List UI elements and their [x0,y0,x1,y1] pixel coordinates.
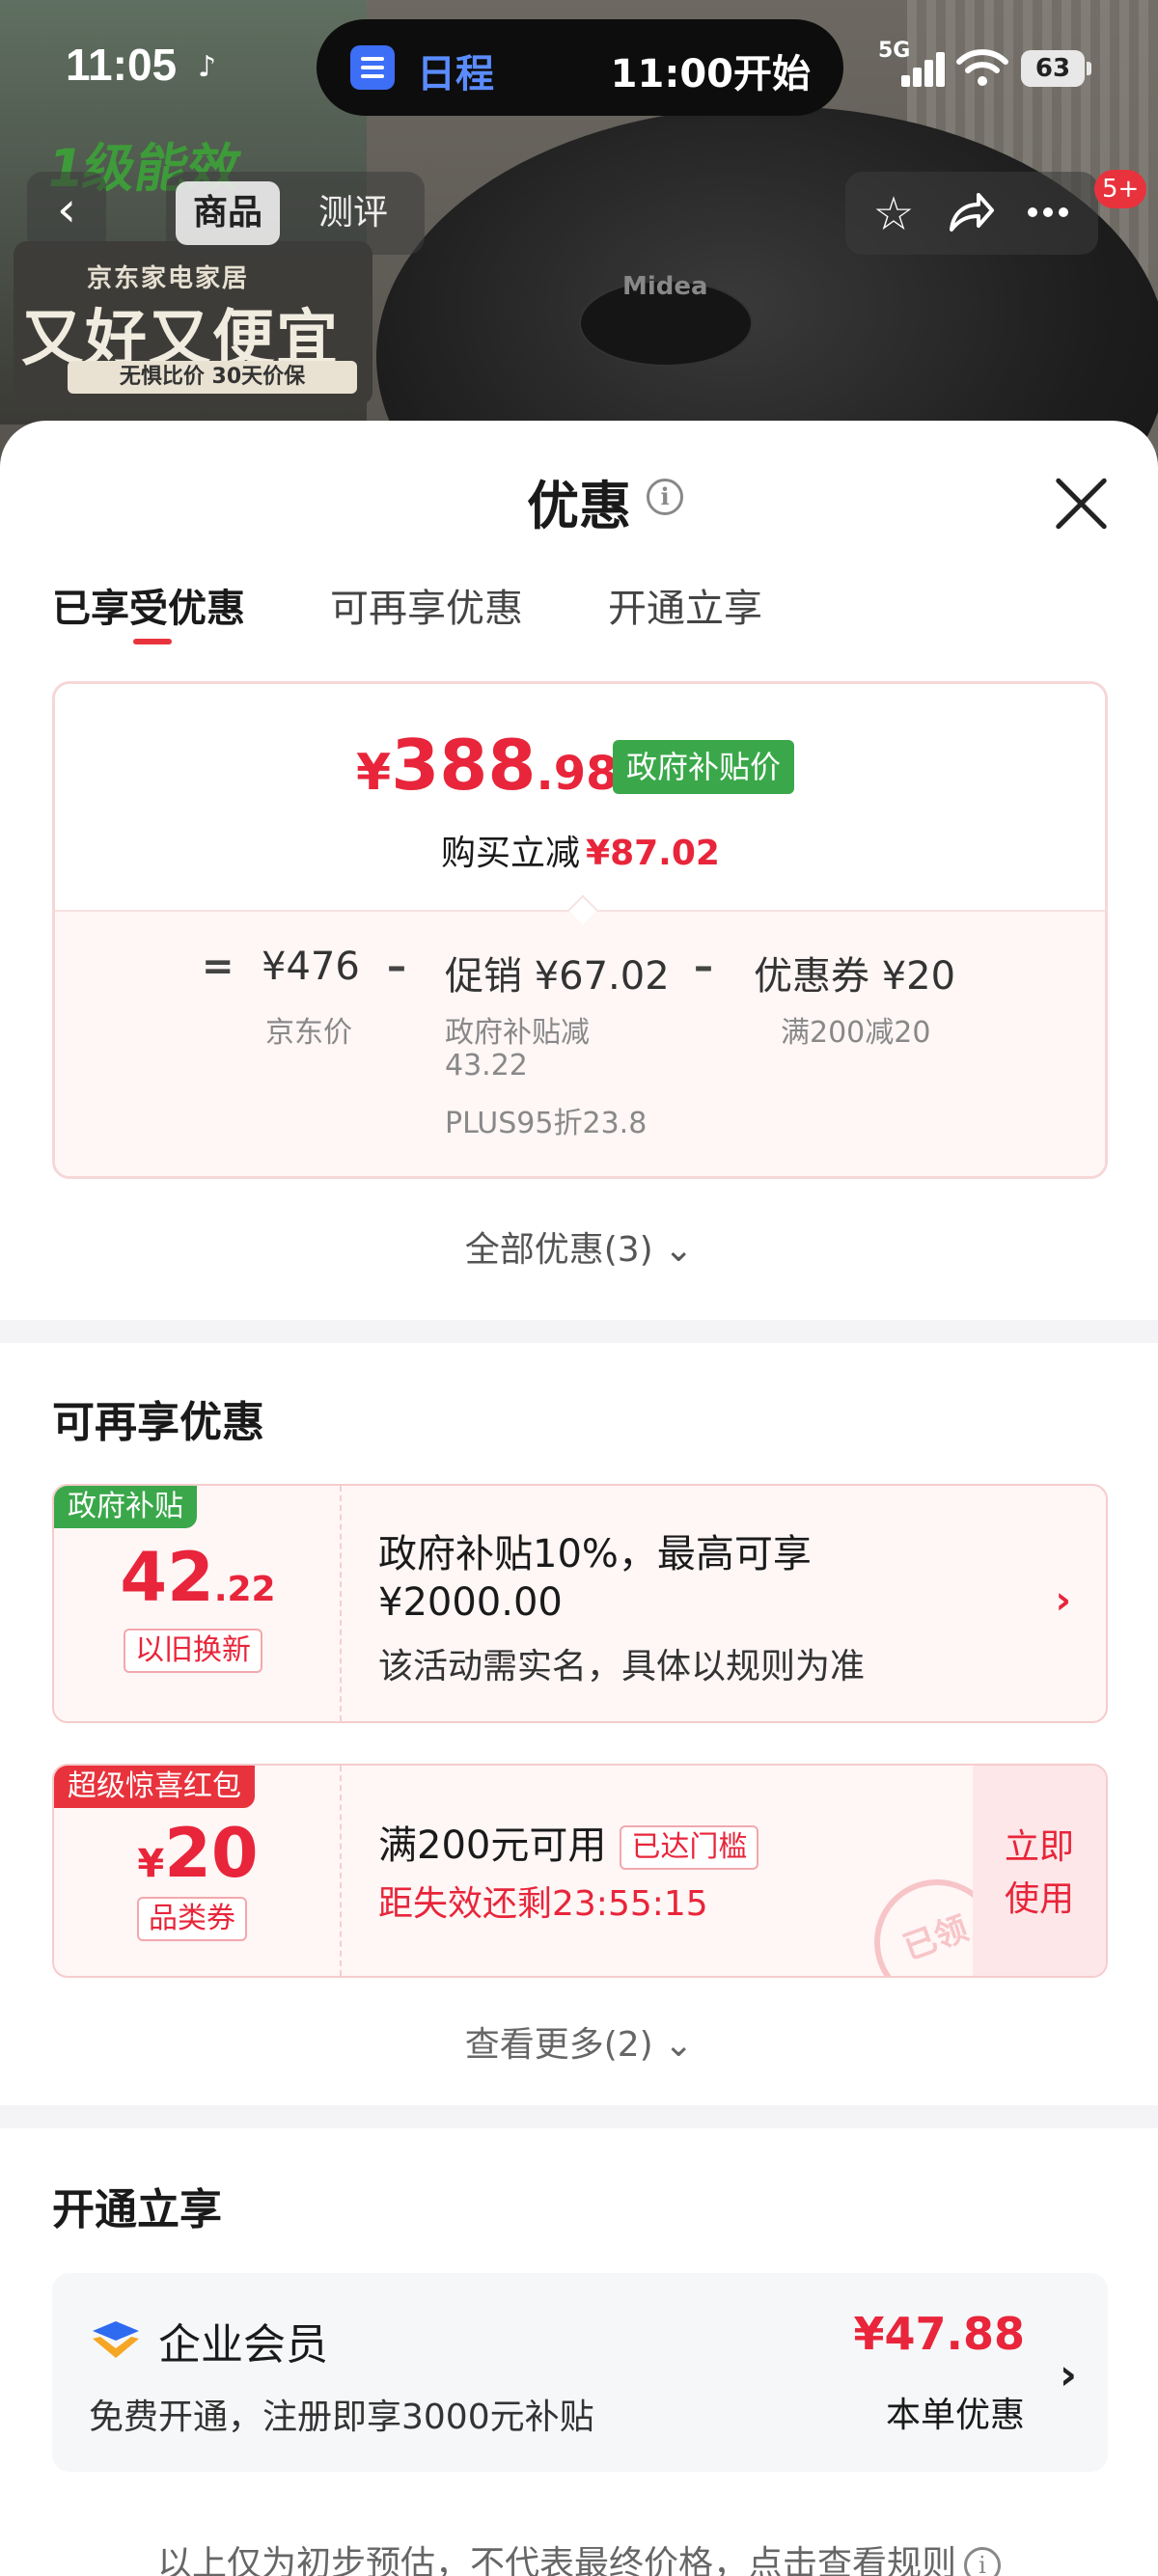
gov-subsidy-tag: 政府补贴 [54,1486,197,1528]
tab-enjoyed[interactable]: 已享受优惠 [52,577,245,633]
member-discount-amount: ¥47.88 [853,2308,1025,2360]
final-price: ¥388.98 [356,725,619,806]
promo-plus-discount: PLUS95折23.8 [445,1107,648,1140]
product-tabs: 商品 测评 [166,172,425,255]
info-icon: i [964,2547,1001,2576]
currency-symbol: ¥ [137,1842,165,1886]
discount-sheet: 优惠 i 已享受优惠 可再享优惠 开通立享 ¥388.98 政府补贴价 购买立减… [0,421,1158,2576]
see-more-label: 查看更多(2) [464,2025,653,2065]
tab-review[interactable]: 测评 [301,181,405,245]
schedule-time: 11:00开始 [610,52,811,96]
promo-gov-subsidy: 政府补贴减 [445,1016,590,1050]
disclaimer-text: 以上仅为初步预估，不代表最终价格，点击查看规则 [156,2544,956,2576]
reduce-amount: ¥87.02 [586,834,720,873]
price-breakdown-card: ¥388.98 政府补贴价 购买立减 ¥87.02 = ¥476 京东价 – 促销… [52,681,1108,1179]
promo-gov-subsidy-value: 43.22 [445,1049,528,1082]
nav-actions: ☆ [845,172,1098,255]
reduce-label: 购买立减 [441,834,581,873]
trade-in-badge: 以旧换新 [124,1629,262,1673]
wifi-icon [955,48,1009,87]
price-integer: 388 [391,725,537,806]
coupon-value-area: 政府补贴 42.22 以旧换新 [54,1486,342,1721]
gov-subsidy-note: 该活动需实名，具体以规则为准 [378,1647,866,1686]
red-packet-tag: 超级惊喜红包 [54,1766,255,1808]
enterprise-member-card[interactable]: 企业会员 免费开通，注册即享3000元补贴 ¥47.88 本单优惠 › [52,2273,1108,2472]
battery-indicator: 63 [1021,50,1091,87]
all-offers-toggle[interactable]: 全部优惠(3) ⌄ [0,1221,1158,1272]
price-summary: ¥388.98 政府补贴价 购买立减 ¥87.02 [55,684,1105,910]
message-badge: 5+ [1094,170,1147,208]
schedule-label: 日程 [417,52,494,96]
share-icon[interactable] [942,185,1000,243]
coupon-condition: 满200减20 [781,1016,931,1050]
gov-subsidy-card[interactable]: 政府补贴 42.22 以旧换新 政府补贴10%，最高可享 ¥2000.00 该活… [52,1484,1108,1723]
active-tab-indicator [133,639,172,644]
use-now-button[interactable]: 立即 使用 [973,1766,1106,1976]
cooker-brand: Midea [622,272,708,301]
tab-more-available[interactable]: 可再享优惠 [330,577,523,633]
jd-price: ¥476 [262,945,360,989]
calendar-icon [350,45,395,90]
tab-open-now[interactable]: 开通立享 [608,577,762,633]
signal-icon [888,48,946,87]
star-icon[interactable]: ☆ [865,185,923,243]
info-icon[interactable]: i [647,479,683,515]
chevron-down-icon: ⌄ [664,2025,694,2065]
close-button[interactable] [1042,465,1119,542]
chevron-right-icon[interactable]: › [1060,2350,1077,2399]
red-packet-card[interactable]: 超级惊喜红包 ¥20 品类券 满200元可用 已达门槛 距失效还剩23:55:15… [52,1764,1108,1978]
red-packet-amount: ¥20 [54,1814,342,1893]
promo-amount: 促销 ¥67.02 [445,954,670,999]
coupon-value-area: 超级惊喜红包 ¥20 品类券 [54,1766,342,1976]
price-decimal: .98 [536,747,619,801]
equals-sign: = [202,945,234,989]
instant-reduction: 购买立减 ¥87.02 [441,825,720,875]
tab-product[interactable]: 商品 [176,181,281,245]
minus-sign: – [387,945,406,989]
member-desc: 免费开通，注册即享3000元补贴 [89,2398,594,2437]
expiry-countdown: 距失效还剩23:55:15 [378,1884,708,1924]
tiktok-icon: ♪ [198,50,217,84]
status-time: 11:05 [66,40,178,90]
currency-symbol: ¥ [356,744,392,802]
all-offers-label: 全部优惠(3) [464,1230,653,1270]
more-offers-title: 可再享优惠 [52,1398,264,1447]
enterprise-logo-icon [89,2319,143,2360]
amount-integer: 20 [164,1814,259,1893]
chevron-right-icon[interactable]: › [1056,1578,1071,1623]
minus-sign: – [694,945,713,989]
red-packet-condition: 满200元可用 已达门槛 [378,1814,759,1870]
member-discount-label: 本单优惠 [885,2396,1025,2435]
more-icon[interactable] [1019,185,1077,243]
dynamic-island[interactable]: 日程 11:00开始 [317,19,843,116]
jd-price-label: 京东价 [265,1016,352,1050]
amount-decimal: .22 [213,1570,276,1609]
jd-banner-sub: 无惧比价 30天价保 [68,361,357,394]
footer-disclaimer[interactable]: 以上仅为初步预估，不代表最终价格，点击查看规则 i [0,2535,1158,2576]
see-more-toggle[interactable]: 查看更多(2) ⌄ [0,2016,1158,2067]
section-divider [0,1320,1158,1343]
threshold-reached-tag: 已达门槛 [620,1825,759,1870]
open-now-title: 开通立享 [52,2185,222,2234]
gov-subsidy-amount: 42.22 [54,1538,342,1617]
use-now-label-2: 使用 [1004,1879,1074,1919]
member-name: 企业会员 [158,2320,328,2370]
gov-subsidy-desc: 政府补贴10%，最高可享 [378,1532,812,1576]
gov-subsidy-price-tag: 政府补贴价 [613,740,795,794]
coupon-amount: 优惠券 ¥20 [754,954,956,999]
sheet-title: 优惠 [527,476,631,536]
use-now-label-1: 立即 [1004,1827,1074,1867]
condition-text: 满200元可用 [378,1823,607,1868]
category-coupon-badge: 品类券 [137,1897,247,1941]
amount-integer: 42 [120,1538,214,1617]
section-divider [0,2105,1158,2128]
chevron-down-icon: ⌄ [664,1230,694,1270]
back-button[interactable]: ‹ [27,172,106,251]
gov-subsidy-max: ¥2000.00 [378,1580,563,1625]
